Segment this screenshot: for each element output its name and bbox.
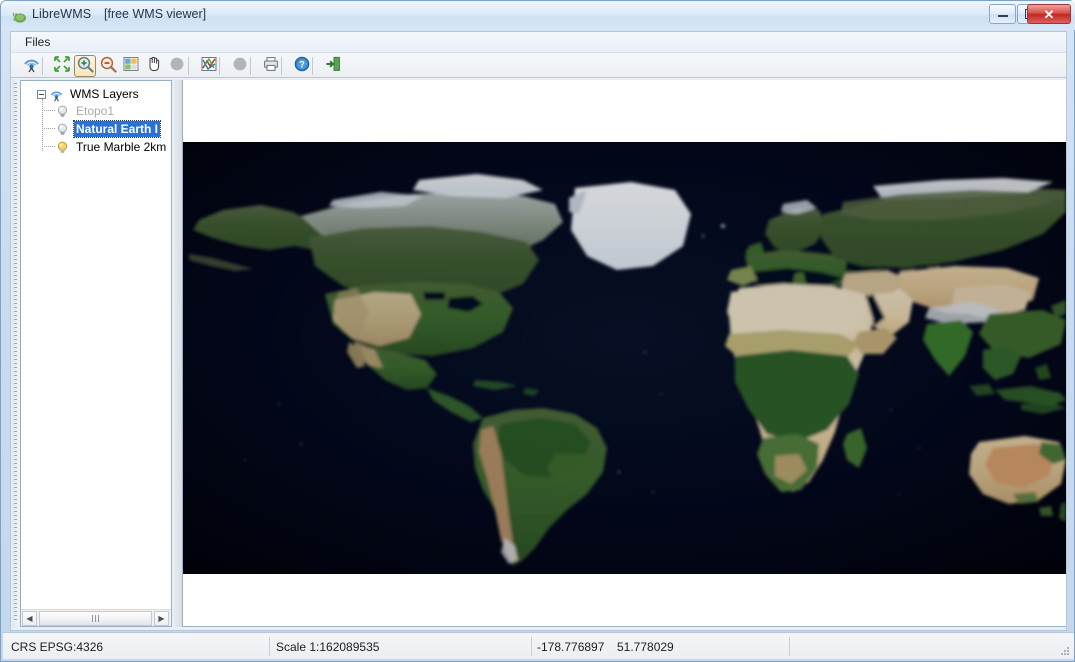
- collapse-expander-icon[interactable]: [37, 89, 46, 99]
- record-button: [166, 55, 188, 77]
- bulb-on-icon: [55, 140, 70, 155]
- exit-button[interactable]: [322, 55, 344, 77]
- app-window: LibreWMS [free WMS viewer] ✕ Files ? WMS…: [0, 0, 1075, 662]
- world-satellite-imagery: [183, 142, 1066, 574]
- tree-root-label: WMS Layers: [70, 87, 139, 101]
- scroll-left-button[interactable]: ◀: [22, 611, 37, 626]
- help-button[interactable]: ?: [291, 55, 313, 77]
- toolbar-separator: [42, 57, 43, 75]
- crs-status: CRS EPSG:4326: [11, 639, 104, 654]
- zoom-extent-icon: [53, 55, 71, 78]
- zoom-out-icon: [99, 55, 117, 78]
- panel-splitter[interactable]: [174, 80, 182, 627]
- gray-circle-icon: [231, 55, 249, 78]
- status-bar: CRS EPSG:4326 Scale 1:162089535 -178.776…: [3, 632, 1074, 659]
- print-button[interactable]: [260, 55, 282, 77]
- layer-image-icon: [122, 55, 140, 78]
- tree-item-label: Etopo1: [76, 104, 115, 118]
- scroll-right-button[interactable]: ▶: [154, 611, 169, 626]
- wms-antenna-icon: [22, 54, 41, 78]
- zoom-full-extent-button[interactable]: [51, 55, 73, 77]
- wms-antenna-icon: [49, 87, 64, 102]
- map-image-natural-earth[interactable]: [183, 142, 1066, 574]
- wms-connect-button[interactable]: [20, 55, 42, 77]
- exit-door-icon: [324, 55, 342, 78]
- status-separator: [789, 637, 790, 656]
- bulb-off-icon: [55, 122, 70, 137]
- tree-item-label: Natural Earth I: [72, 120, 162, 138]
- tree-item-natural-earth-i[interactable]: Natural Earth I: [55, 120, 162, 138]
- scrollbar-thumb[interactable]: [39, 611, 152, 626]
- tree-connector: [42, 110, 55, 111]
- tree-item-etopo1[interactable]: Etopo1: [55, 102, 116, 120]
- toolbar: ?: [10, 52, 1067, 78]
- legend-chart-icon: [200, 55, 218, 78]
- scrollbar-grip-icon: [92, 615, 99, 622]
- tree-connector: [42, 146, 55, 147]
- bulb-off-icon: [55, 104, 70, 119]
- zoom-in-icon: [76, 55, 94, 78]
- pan-button[interactable]: [143, 55, 165, 77]
- scale-status: Scale 1:162089535: [276, 639, 380, 654]
- hand-pan-icon: [145, 55, 163, 78]
- toolbar-separator: [188, 57, 189, 75]
- app-subtitle: [free WMS viewer]: [104, 7, 207, 21]
- coord-x-status: -178.776897: [537, 639, 605, 654]
- panel-grip[interactable]: [12, 79, 19, 628]
- minimize-button[interactable]: [989, 4, 1016, 24]
- layer-tree-panel: WMS Layers Etopo1 Natural Earth I True M…: [20, 80, 172, 627]
- coord-y-status: 51.778029: [617, 639, 674, 654]
- title-bar: LibreWMS [free WMS viewer] ✕: [1, 1, 1075, 30]
- tree-connector: [42, 99, 43, 151]
- message-status: [795, 636, 1069, 657]
- layer-properties-button[interactable]: [120, 55, 142, 77]
- svg-text:?: ?: [299, 59, 305, 69]
- zoom-out-button[interactable]: [97, 55, 119, 77]
- close-icon: ✕: [1043, 6, 1055, 22]
- tree-horizontal-scrollbar[interactable]: ◀ ▶: [21, 609, 171, 626]
- gray-circle-icon: [168, 55, 186, 78]
- printer-icon: [262, 55, 280, 78]
- map-panel: [182, 80, 1066, 627]
- minimize-icon: [997, 12, 1008, 17]
- tree-connector: [42, 128, 55, 129]
- tree-item-true-marble-2km[interactable]: True Marble 2km: [55, 138, 168, 156]
- app-title: LibreWMS: [32, 7, 92, 21]
- zoom-in-button[interactable]: [74, 55, 96, 77]
- main-content: WMS Layers Etopo1 Natural Earth I True M…: [10, 78, 1067, 631]
- stop-button: [229, 55, 251, 77]
- menu-bar: Files: [10, 31, 1067, 52]
- tree-root-wms-layers[interactable]: WMS Layers: [37, 85, 141, 103]
- layer-tree[interactable]: WMS Layers Etopo1 Natural Earth I True M…: [21, 81, 171, 609]
- status-separator: [531, 637, 532, 656]
- map-canvas[interactable]: [183, 80, 1066, 626]
- tree-item-label: True Marble 2km: [76, 140, 167, 154]
- resize-grip-icon[interactable]: [1058, 643, 1070, 655]
- legend-button[interactable]: [198, 55, 220, 77]
- status-separator: [269, 637, 270, 656]
- menu-item-files[interactable]: Files: [19, 34, 56, 50]
- help-question-icon: ?: [293, 55, 311, 78]
- grip-dots-icon: [14, 83, 17, 623]
- close-button[interactable]: ✕: [1027, 4, 1071, 24]
- snail-icon: [11, 8, 27, 24]
